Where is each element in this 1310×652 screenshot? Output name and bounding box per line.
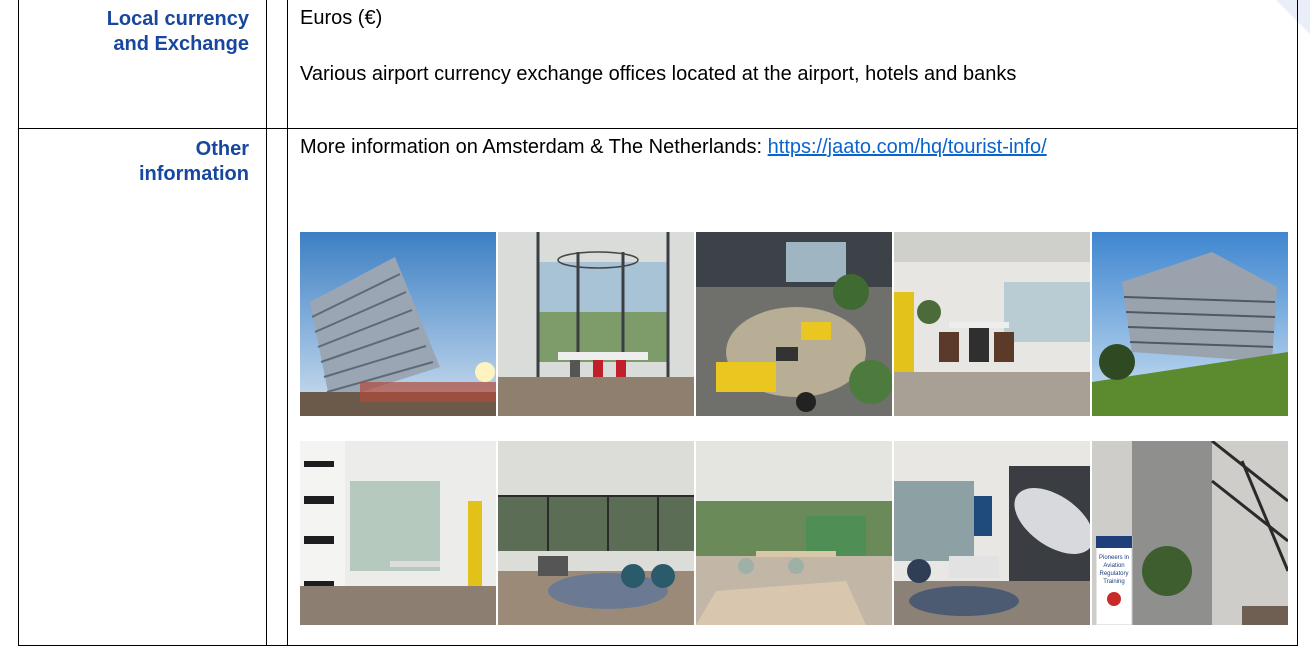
svg-text:Aviation: Aviation <box>1103 563 1124 569</box>
atrium-banner-photo: Pioneers in Aviation Regulatory Training <box>1092 441 1288 625</box>
document-page: Local currency and Exchange Euros (€) Va… <box>0 0 1310 652</box>
svg-text:Pioneers in: Pioneers in <box>1099 555 1129 561</box>
photo-grid: Pioneers in Aviation Regulatory Training <box>300 232 1288 645</box>
other-info-label-line2: information <box>139 163 249 185</box>
lounge-high-chairs-photo <box>894 232 1090 416</box>
building-exterior-lawn-photo <box>1092 232 1288 416</box>
currency-row: Local currency and Exchange Euros (€) Va… <box>18 0 1298 129</box>
glass-meeting-room-photo <box>498 232 694 416</box>
more-info-paragraph: More information on Amsterdam & The Neth… <box>300 135 1287 159</box>
other-info-label-cell: Other information <box>18 128 267 646</box>
svg-text:Training: Training <box>1103 579 1124 585</box>
info-table: Local currency and Exchange Euros (€) Va… <box>18 0 1298 646</box>
open-lounge-photo <box>498 441 694 625</box>
building-exterior-sky-photo <box>300 232 496 416</box>
currency-content-cell: Euros (€) Various airport currency excha… <box>287 0 1298 129</box>
exchange-text: Various airport currency exchange office… <box>300 63 1017 85</box>
corridor-glass-wall-photo <box>300 441 496 625</box>
svg-text:Regulatory: Regulatory <box>1099 571 1128 577</box>
other-info-label-line1: Other <box>195 138 249 160</box>
lobby-yellow-seating-photo <box>696 232 892 416</box>
currency-label-cell: Local currency and Exchange <box>18 0 267 129</box>
canteen-tables-photo <box>696 441 892 625</box>
other-info-gap-cell <box>266 128 288 646</box>
currency-label-line2: and Exchange <box>113 33 249 55</box>
tourist-info-link[interactable]: https://jaato.com/hq/tourist-info/ <box>768 136 1047 158</box>
currency-label-line1: Local currency <box>106 8 249 30</box>
other-info-row: Other information More information on Am… <box>18 128 1298 646</box>
currency-gap-cell <box>266 0 288 129</box>
other-info-content-cell: More information on Amsterdam & The Neth… <box>287 128 1298 646</box>
currency-value: Euros (€) <box>300 7 383 29</box>
lounge-aircraft-mural-photo <box>894 441 1090 625</box>
more-info-text: More information on Amsterdam & The Neth… <box>300 136 768 158</box>
